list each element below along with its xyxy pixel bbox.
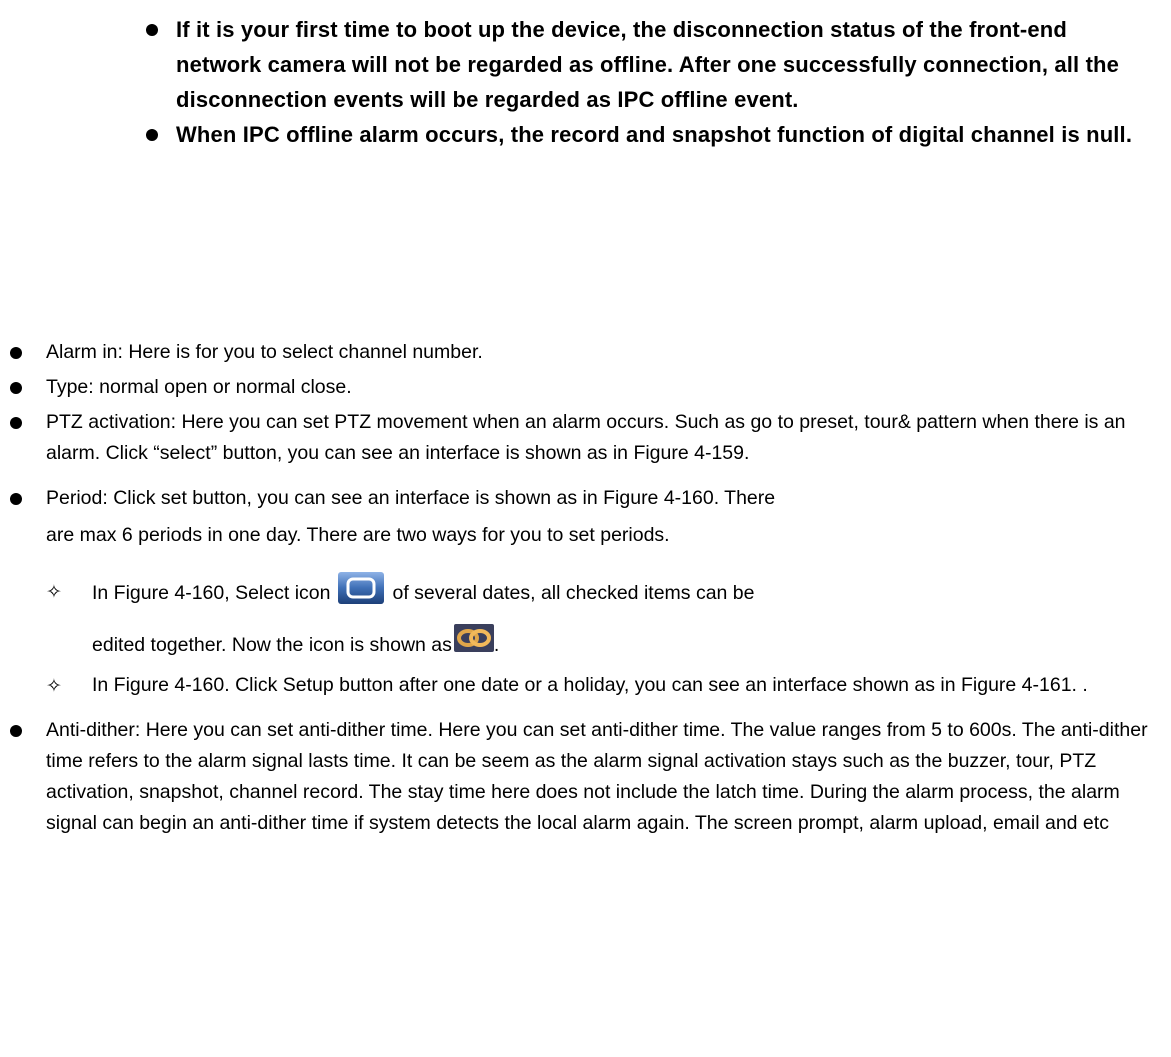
type-text: Type: normal open or normal close.	[46, 376, 352, 398]
bullet-alarm-in: Alarm in: Here is for you to select chan…	[0, 337, 1160, 368]
note-item: When IPC offline alarm occurs, the recor…	[146, 117, 1156, 152]
sub1-text-b: of several dates, all checked items can …	[392, 582, 755, 604]
sub1-line2-end: .	[493, 634, 500, 656]
bullet-icon	[10, 382, 22, 394]
sub1-text-a: In Figure 4-160, Select icon	[92, 582, 331, 604]
sub1-line2-text: edited together. Now the icon is shown a…	[92, 634, 452, 656]
bullet-icon	[10, 493, 22, 505]
antidither-text: Anti-dither: Here you can set anti-dithe…	[46, 719, 1148, 834]
bullet-ptz: PTZ activation: Here you can set PTZ mov…	[0, 407, 1160, 469]
sub2-text: In Figure 4-160. Click Setup button afte…	[92, 674, 1088, 696]
bullet-type: Type: normal open or normal close.	[0, 372, 1160, 403]
diamond-bullet-icon: ✧	[46, 582, 62, 603]
bullet-antidither: Anti-dither: Here you can set anti-dithe…	[0, 715, 1160, 839]
period-line1: Period: Click set button, you can see an…	[46, 487, 776, 509]
note-item: If it is your first time to boot up the …	[146, 12, 1156, 117]
bullet-period: Period: Click set button, you can see an…	[0, 483, 1160, 556]
note-section: If it is your first time to boot up the …	[146, 12, 1156, 152]
chain-link-icon	[453, 623, 494, 652]
bullet-icon	[10, 347, 22, 359]
sub-item-select-cont: edited together. Now the icon is shown a…	[0, 623, 1160, 662]
note-text: When IPC offline alarm occurs, the recor…	[176, 122, 1133, 147]
document-page: If it is your first time to boot up the …	[0, 0, 1171, 1057]
note-text: If it is your first time to boot up the …	[176, 17, 1120, 112]
sub-item-select: ✧ In Figure 4-160, Select icon of severa…	[0, 571, 1160, 610]
bullet-icon	[146, 129, 158, 141]
bullet-list: Alarm in: Here is for you to select chan…	[0, 337, 1160, 839]
bullet-icon	[10, 417, 22, 429]
bullet-icon	[10, 725, 22, 737]
select-square-icon	[338, 571, 385, 604]
period-line2: are max 6 periods in one day. There are …	[46, 524, 670, 546]
ptz-text: PTZ activation: Here you can set PTZ mov…	[46, 411, 1126, 464]
sub-item-setup: ✧ In Figure 4-160. Click Setup button af…	[0, 670, 1160, 701]
diamond-bullet-icon: ✧	[46, 676, 62, 697]
bullet-icon	[146, 24, 158, 36]
alarm-in-text: Alarm in: Here is for you to select chan…	[46, 341, 483, 363]
